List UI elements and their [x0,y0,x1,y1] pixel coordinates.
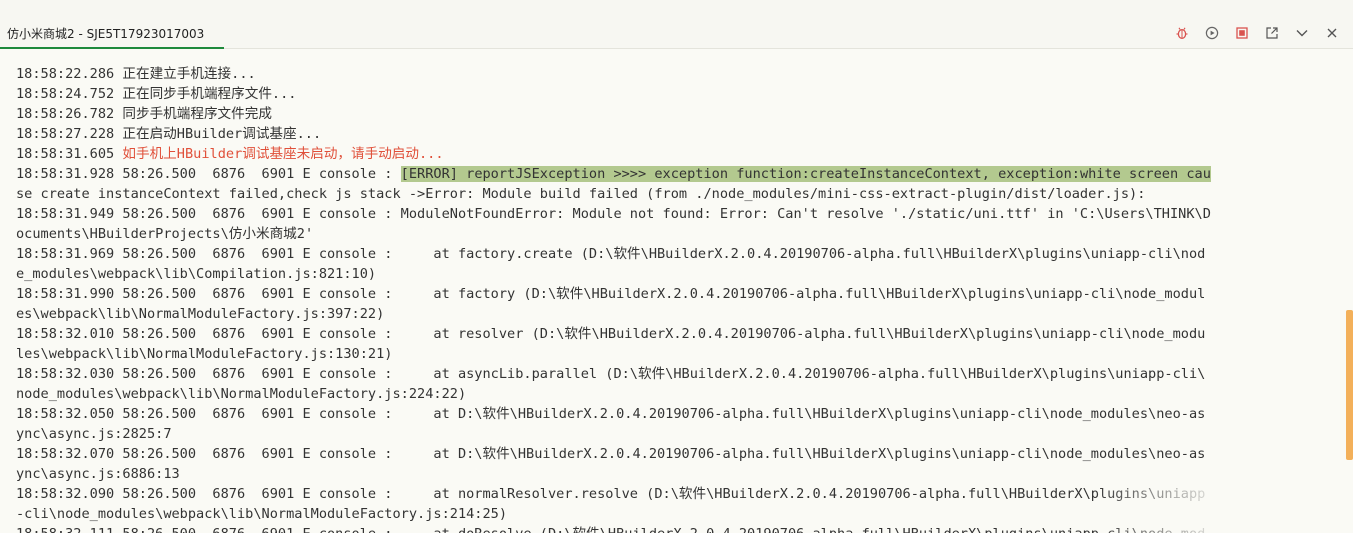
bug-icon [1175,26,1189,40]
export-icon [1265,26,1279,40]
log-timestamp: 18:58:31.605 [16,146,123,162]
log-line: se create instanceContext failed,check j… [16,186,1146,202]
collapse-button[interactable] [1295,26,1309,40]
selected-error-text[interactable]: [ERROR] reportJSException >>>> exception… [400,166,1211,182]
console-toolbar [1175,26,1339,40]
log-line: ync\async.js:2825:7 [16,426,172,442]
log-line: 18:58:31.969 58:26.500 6876 6901 E conso… [16,246,1206,262]
log-prefix: 18:58:31.928 58:26.500 6876 6901 E conso… [16,166,401,182]
stop-button[interactable] [1235,26,1249,40]
log-line: 18:58:27.228 正在启动HBuilder调试基座... [16,126,322,142]
console-header: 仿小米商城2 - SJE5T17923017003 [0,0,1353,49]
log-line-error: 18:58:31.928 58:26.500 6876 6901 E conso… [16,164,1332,184]
log-line: 18:58:32.010 58:26.500 6876 6901 E conso… [16,326,1206,342]
log-line: 18:58:32.090 58:26.500 6876 6901 E conso… [16,486,1206,502]
export-button[interactable] [1265,26,1279,40]
log-line: es\webpack\lib\NormalModuleFactory.js:39… [16,306,385,322]
stop-icon [1235,26,1249,40]
log-line: -cli\node_modules\webpack\lib\NormalModu… [16,506,508,522]
vertical-scrollbar[interactable] [1346,310,1353,460]
log-line: 18:58:31.990 58:26.500 6876 6901 E conso… [16,286,1206,302]
log-line: 18:58:32.050 58:26.500 6876 6901 E conso… [16,406,1206,422]
log-line: ocuments\HBuilderProjects\仿小米商城2' [16,226,314,242]
log-line: les\webpack\lib\NormalModuleFactory.js:1… [16,346,393,362]
run-button[interactable] [1205,26,1219,40]
log-line: 18:58:24.752 正在同步手机端程序文件... [16,86,297,102]
run-icon [1205,26,1219,40]
console-output: 18:58:22.286 正在建立手机连接... 18:58:24.752 正在… [16,64,1332,533]
hbuilder-console-window: 仿小米商城2 - SJE5T17923017003 18:58:22.286 正… [0,0,1353,533]
log-line: e_modules\webpack\lib\Compilation.js:821… [16,266,377,282]
log-line: 18:58:26.782 同步手机端程序文件完成 [16,106,272,122]
chevron-down-icon [1295,26,1309,40]
close-icon [1325,26,1339,40]
close-button[interactable] [1325,26,1339,40]
warning-message: 如手机上HBuilder调试基座未启动，请手动启动... [122,146,444,162]
log-line: 18:58:31.949 58:26.500 6876 6901 E conso… [16,206,1211,222]
tab-console-device[interactable]: 仿小米商城2 - SJE5T17923017003 [0,19,225,49]
log-line: 18:58:22.286 正在建立手机连接... [16,66,256,82]
log-line-warning: 18:58:31.605 如手机上HBuilder调试基座未启动，请手动启动..… [16,144,1332,164]
log-line: 18:58:32.111 58:26.500 6876 6901 E conso… [16,524,1332,533]
debug-button[interactable] [1175,26,1189,40]
log-line: 18:58:32.070 58:26.500 6876 6901 E conso… [16,446,1206,462]
log-line: 18:58:32.030 58:26.500 6876 6901 E conso… [16,366,1206,382]
log-line: node_modules\webpack\lib\NormalModuleFac… [16,386,467,402]
log-line: ync\async.js:6886:13 [16,466,180,482]
